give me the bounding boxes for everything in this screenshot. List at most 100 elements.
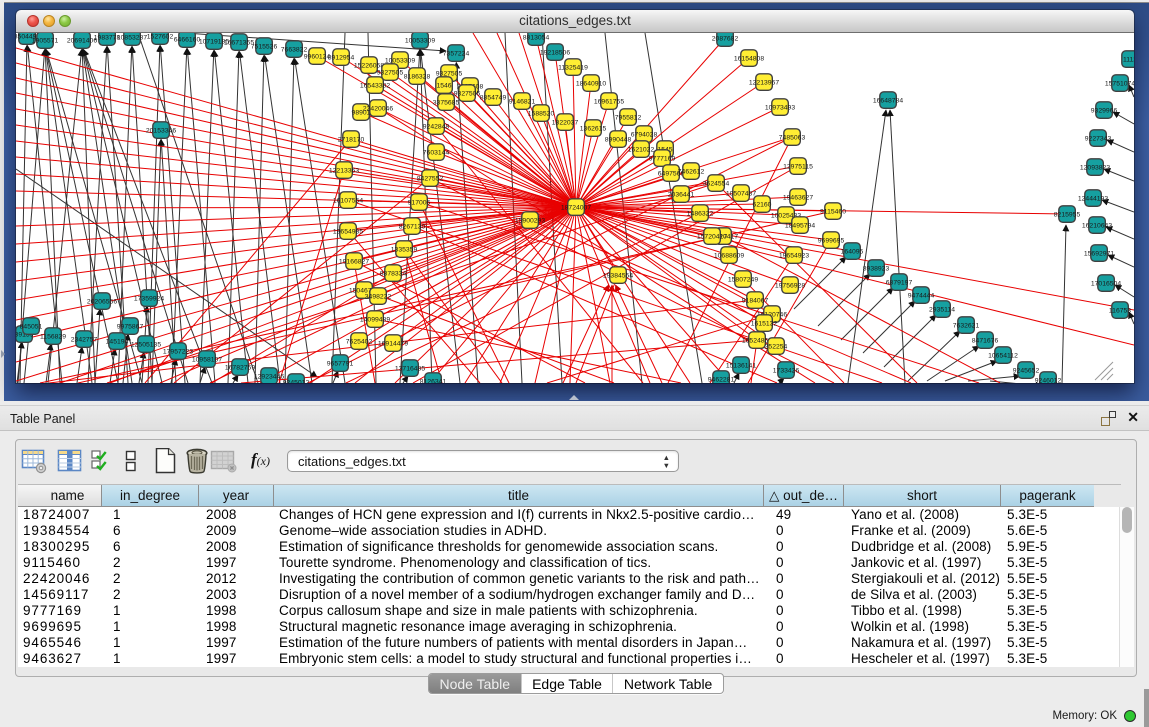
svg-text:19218506: 19218506 xyxy=(540,50,570,57)
svg-text:1733426: 1733426 xyxy=(773,368,800,375)
svg-text:1546: 1546 xyxy=(436,83,451,90)
svg-text:10688609: 10688609 xyxy=(714,253,744,260)
svg-text:9474444: 9474444 xyxy=(908,293,935,300)
svg-text:18724007: 18724007 xyxy=(561,205,591,212)
svg-text:1527602: 1527602 xyxy=(147,34,174,41)
svg-text:1156829: 1156829 xyxy=(40,334,66,341)
svg-text:2036441: 2036441 xyxy=(668,192,695,199)
svg-text:10853287: 10853287 xyxy=(117,35,147,42)
svg-text:11325419: 11325419 xyxy=(558,65,588,72)
svg-text:8215955: 8215955 xyxy=(1054,212,1081,219)
svg-text:6879197: 6879197 xyxy=(886,280,913,287)
svg-text:15692971: 15692971 xyxy=(1084,251,1114,258)
svg-text:19654923: 19654923 xyxy=(779,253,809,260)
svg-text:8126341: 8126341 xyxy=(420,379,447,384)
svg-text:8854749: 8854749 xyxy=(480,95,507,102)
svg-text:3375685: 3375685 xyxy=(433,100,460,107)
svg-text:845051: 845051 xyxy=(20,324,43,331)
svg-text:9245012: 9245012 xyxy=(283,380,310,384)
svg-text:19463627: 19463627 xyxy=(783,195,813,202)
svg-text:9242848: 9242848 xyxy=(423,124,450,131)
svg-text:16154808: 16154808 xyxy=(734,56,764,63)
svg-text:7462612: 7462612 xyxy=(678,169,705,176)
svg-text:1486322: 1486322 xyxy=(687,211,714,218)
svg-text:9960124: 9960124 xyxy=(304,54,331,61)
svg-text:164095: 164095 xyxy=(841,249,864,256)
svg-text:12213967: 12213967 xyxy=(749,80,779,87)
svg-text:16210643: 16210643 xyxy=(1082,223,1112,230)
svg-text:2342757: 2342757 xyxy=(71,337,98,344)
svg-text:9777169: 9777169 xyxy=(649,156,676,163)
svg-text:116753: 116753 xyxy=(1109,308,1131,315)
svg-text:10507487: 10507487 xyxy=(726,191,756,198)
svg-text:1112: 1112 xyxy=(1123,57,1134,64)
svg-text:1335359: 1335359 xyxy=(391,247,418,254)
svg-text:15720417: 15720417 xyxy=(697,234,727,241)
svg-text:19756928: 19756928 xyxy=(775,283,805,290)
svg-text:18640910: 18640910 xyxy=(576,81,606,88)
svg-text:19654985: 19654985 xyxy=(333,229,363,236)
svg-text:9329966: 9329966 xyxy=(1091,108,1118,115)
svg-text:8186328: 8186328 xyxy=(404,74,431,81)
svg-text:9462281: 9462281 xyxy=(708,377,735,384)
svg-text:10958107: 10958107 xyxy=(192,357,222,364)
svg-text:8878334: 8878334 xyxy=(380,271,407,278)
svg-text:7603144: 7603144 xyxy=(423,150,450,157)
svg-text:1621022: 1621022 xyxy=(628,147,655,154)
svg-text:9146821: 9146821 xyxy=(509,99,536,106)
svg-text:252254: 252254 xyxy=(765,344,788,351)
svg-text:9327505: 9327505 xyxy=(377,70,404,77)
svg-text:12213363: 12213363 xyxy=(329,168,359,175)
svg-text:17359924: 17359924 xyxy=(134,296,164,303)
svg-text:16914479: 16914479 xyxy=(378,341,408,348)
svg-text:7632621: 7632621 xyxy=(953,323,980,330)
svg-text:8813054: 8813054 xyxy=(523,35,550,42)
svg-text:16543382: 16543382 xyxy=(360,83,390,90)
svg-text:1588520: 1588520 xyxy=(528,111,555,118)
svg-text:7955812: 7955812 xyxy=(615,115,642,122)
svg-text:18495794: 18495794 xyxy=(785,223,815,230)
svg-text:16961755: 16961755 xyxy=(594,99,624,106)
svg-text:9115460: 9115460 xyxy=(820,209,846,216)
svg-text:13716485: 13716485 xyxy=(395,366,425,373)
svg-text:20153346: 20153346 xyxy=(146,128,176,135)
svg-text:12923446: 12923446 xyxy=(254,374,284,381)
svg-text:6466160: 6466160 xyxy=(174,37,201,44)
svg-text:7625402: 7625402 xyxy=(346,339,373,346)
svg-text:15136141: 15136141 xyxy=(726,363,756,370)
svg-text:9227343: 9227343 xyxy=(1085,136,1112,143)
svg-text:8912954: 8912954 xyxy=(328,55,355,62)
svg-text:14099489: 14099489 xyxy=(360,317,390,324)
svg-text:8990448: 8990448 xyxy=(605,137,632,144)
svg-text:2935114: 2935114 xyxy=(929,307,955,314)
svg-text:16648784: 16648784 xyxy=(873,98,903,105)
svg-text:8938923: 8938923 xyxy=(863,266,890,273)
svg-text:10973493: 10973493 xyxy=(765,105,795,112)
svg-text:7663822: 7663822 xyxy=(281,47,308,54)
svg-text:10053309: 10053309 xyxy=(405,38,435,45)
svg-text:62160: 62160 xyxy=(753,202,772,209)
svg-text:22420046: 22420046 xyxy=(363,106,393,113)
svg-text:12093823: 12093823 xyxy=(1080,165,1110,172)
svg-text:17957223: 17957223 xyxy=(163,349,193,356)
svg-text:917006: 917006 xyxy=(408,200,431,207)
svg-text:7515526: 7515526 xyxy=(251,44,278,51)
svg-text:1615132: 1615132 xyxy=(751,321,778,328)
svg-text:1362615: 1362615 xyxy=(580,126,607,133)
svg-text:3624554: 3624554 xyxy=(703,181,730,188)
svg-text:3498222: 3498222 xyxy=(365,294,392,301)
svg-text:17016504: 17016504 xyxy=(1091,281,1121,288)
svg-text:7485063: 7485063 xyxy=(779,135,806,142)
svg-text:9975867: 9975867 xyxy=(117,324,144,331)
svg-text:19166827: 19166827 xyxy=(339,259,369,266)
svg-text:8471676: 8471676 xyxy=(972,338,999,345)
svg-text:2718170: 2718170 xyxy=(338,137,365,144)
svg-text:9699695: 9699695 xyxy=(818,238,845,245)
svg-text:15226058: 15226058 xyxy=(354,63,384,70)
svg-text:15900293: 15900293 xyxy=(515,218,545,225)
svg-text:16671355: 16671355 xyxy=(224,40,254,47)
svg-text:8267130: 8267130 xyxy=(399,224,426,231)
svg-text:145194: 145194 xyxy=(106,339,129,346)
svg-text:19384554: 19384554 xyxy=(603,273,633,280)
svg-text:1905571: 1905571 xyxy=(32,38,59,45)
